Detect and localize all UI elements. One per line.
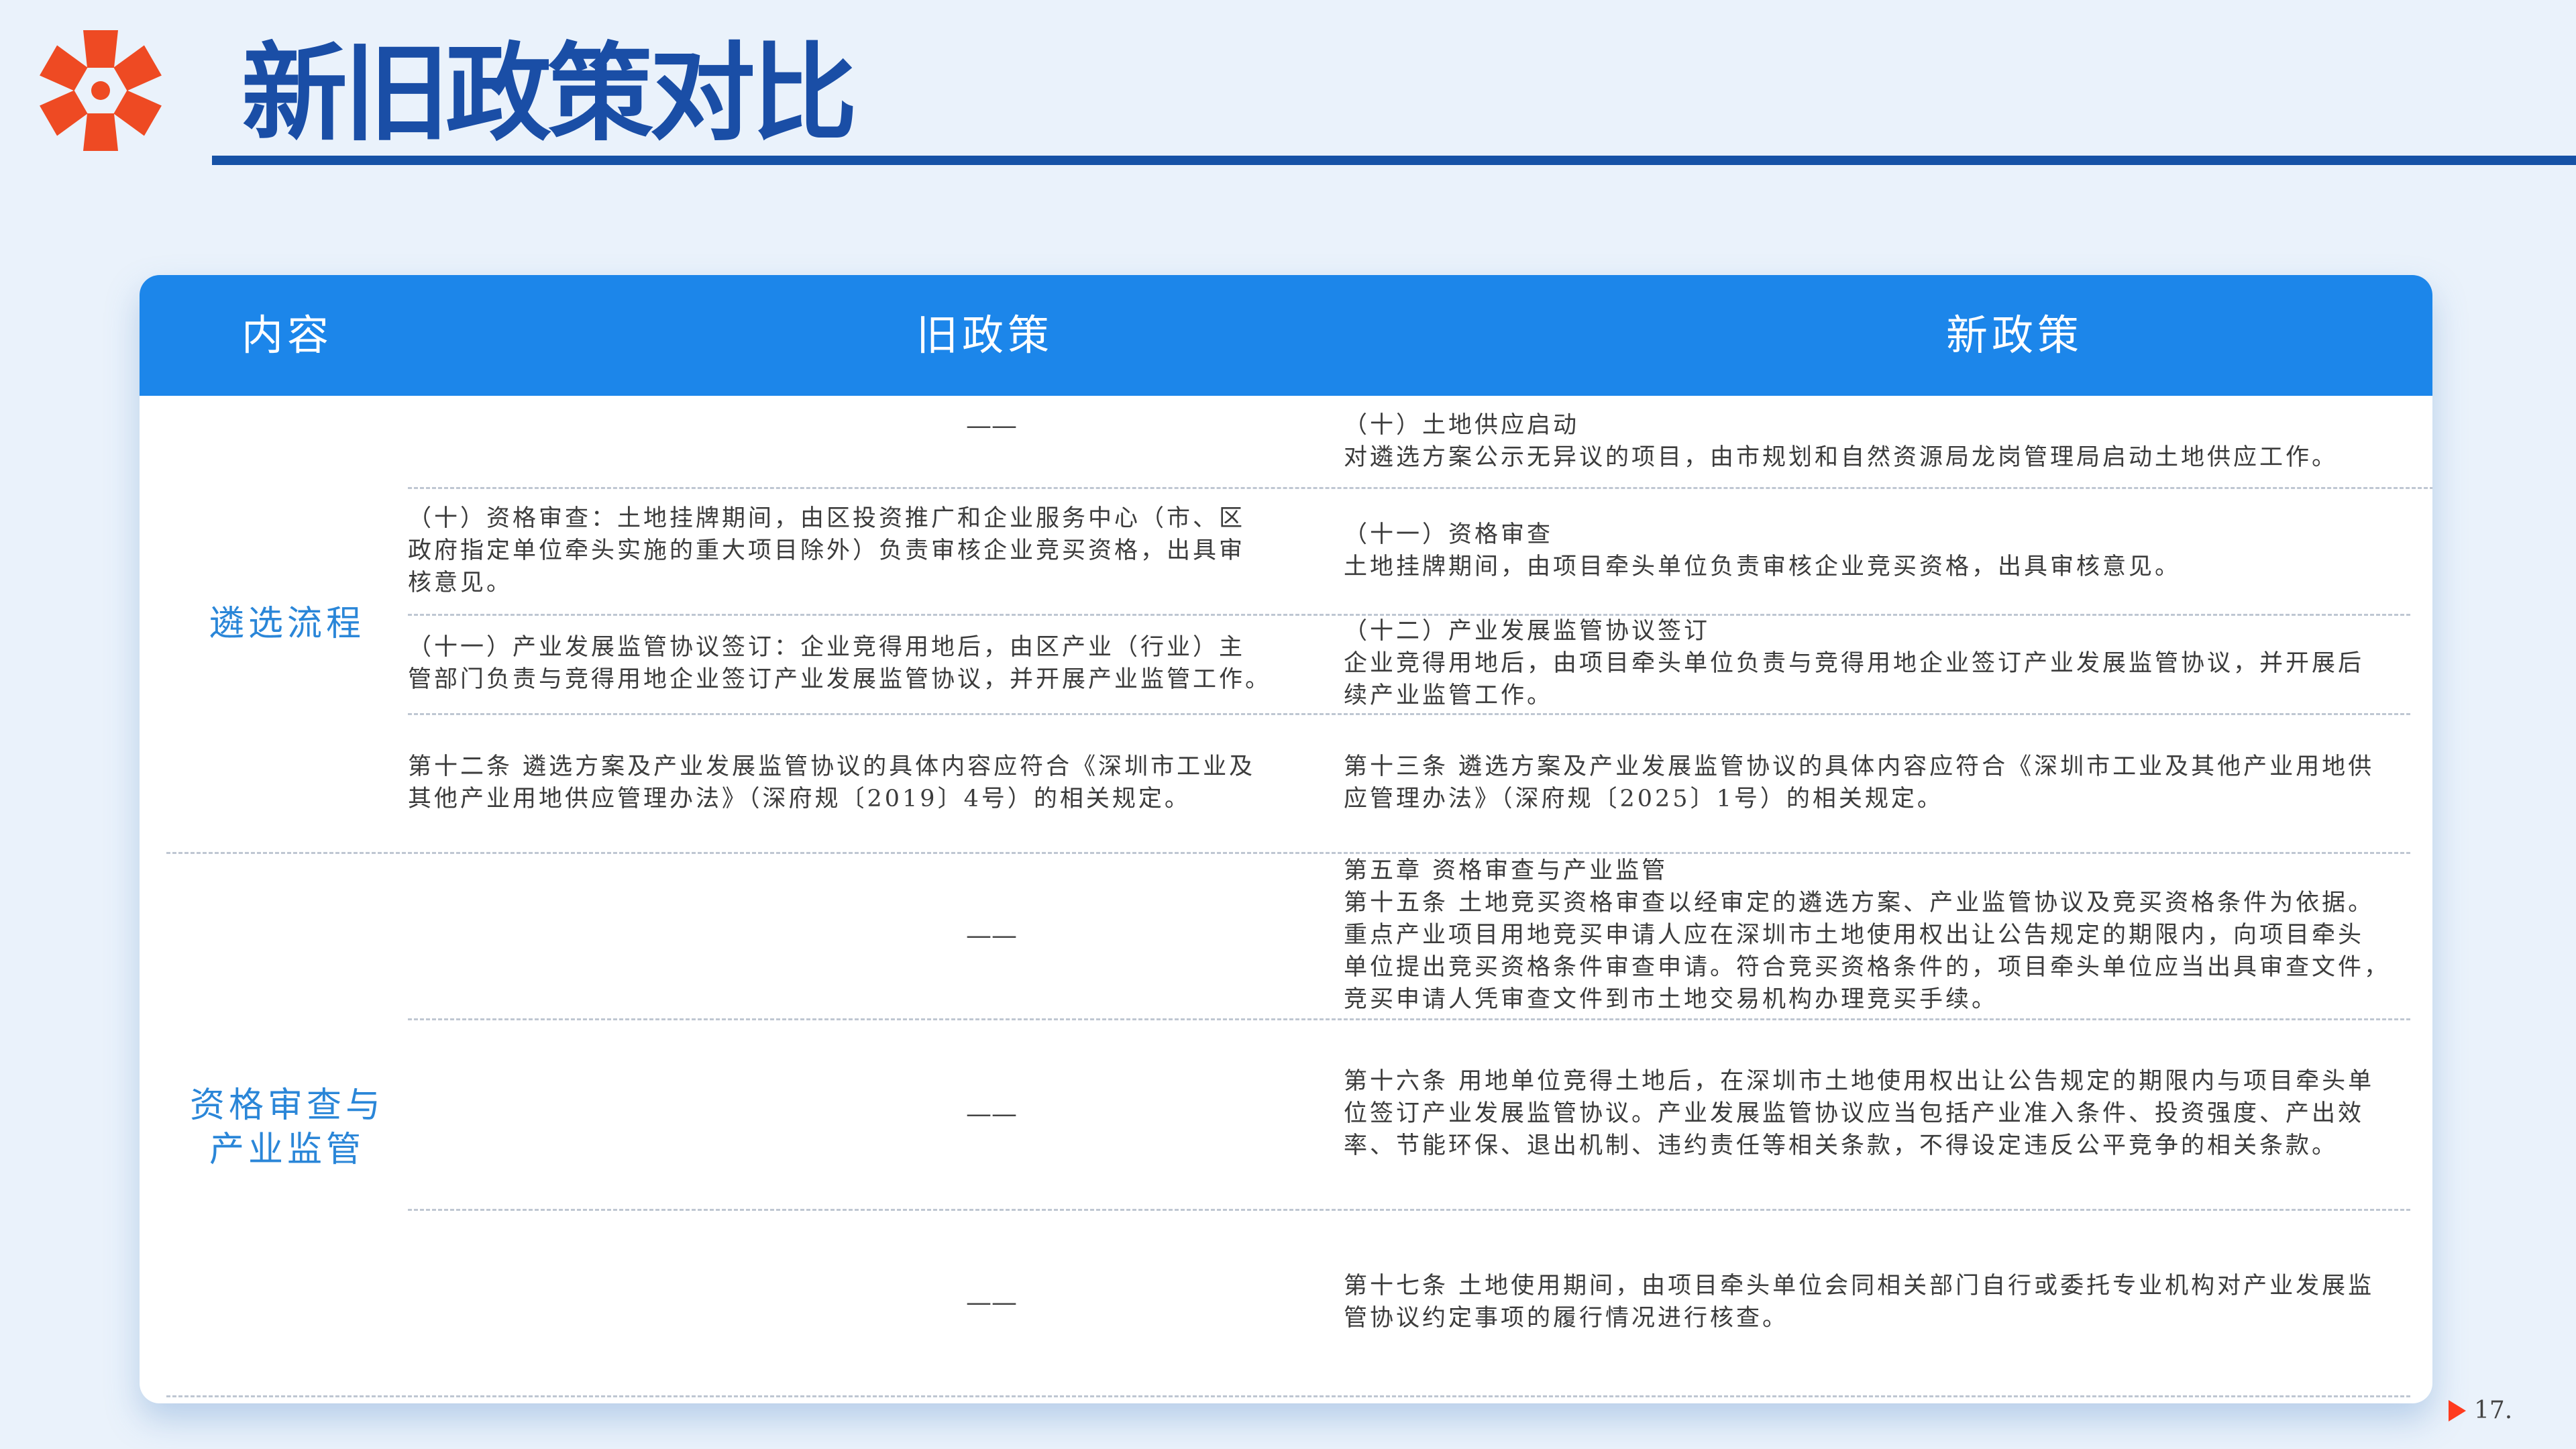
- new-policy-text: （十一）资格审查: [1344, 521, 1554, 548]
- new-policy-text: 第十七条 土地使用期间，由项目牵头单位会同相关部门自行或委托专业机构对产业发展监: [1344, 1273, 2375, 1299]
- old-policy-text: 管部门负责与竞得用地企业签订产业发展监管协议，并开展产业监管工作。: [408, 666, 1272, 693]
- company-logo: [40, 30, 162, 151]
- new-policy-text: 应管理办法》（深府规〔2025〕1号）的相关规定。: [1344, 785, 1943, 812]
- old-policy-text: （十一）产业发展监管协议签订：企业竞得用地后，由区产业（行业）主: [408, 634, 1246, 661]
- old-policy-text: ——: [966, 1099, 1017, 1128]
- new-policy-text: 第十六条 用地单位竞得土地后，在深圳市土地使用权出让公告规定的期限内与项目牵头单: [1344, 1068, 2375, 1095]
- new-policy-text: 位签订产业发展监管协议。产业发展监管协议应当包括产业准入条件、投资强度、产出效: [1344, 1100, 2365, 1127]
- new-policy-text: 竞买申请人凭审查文件到市土地交易机构办理竞买手续。: [1344, 986, 1998, 1013]
- page-title: 新旧政策对比: [241, 32, 857, 156]
- new-policy-text: （十）土地供应启动: [1344, 412, 1580, 439]
- old-policy-cell: 第十二条 遴选方案及产业发展监管协议的具体内容应符合《深圳市工业及 其他产业用地供…: [408, 713, 1441, 852]
- column-header-new-policy: 新政策: [1945, 311, 2083, 360]
- old-policy-cell: （十一）产业发展监管协议签订：企业竞得用地后，由区产业（行业）主 管部门负责与竞得…: [408, 614, 1441, 713]
- old-policy-text: 其他产业用地供应管理办法》（深府规〔2019〕4号）的相关规定。: [408, 785, 1191, 812]
- new-policy-cell: 第十六条 用地单位竞得土地后，在深圳市土地使用权出让公告规定的期限内与项目牵头单…: [1344, 1018, 2432, 1209]
- new-policy-cell: 第十三条 遴选方案及产业发展监管协议的具体内容应符合《深圳市工业及其他产业用地供…: [1344, 713, 2432, 852]
- old-policy-text: （十）资格审查：土地挂牌期间，由区投资推广和企业服务中心（市、区: [408, 504, 1246, 532]
- category-label: 遴选流程: [209, 604, 365, 644]
- old-policy-text: ——: [966, 411, 1017, 440]
- old-policy-text: ——: [966, 920, 1017, 950]
- old-policy-text: 核意见。: [408, 569, 513, 596]
- category-label: 资格审查与 产业监管: [189, 1085, 384, 1170]
- new-policy-cell: （十）土地供应启动对遴选方案公示无异议的项目，由市规划和自然资源局龙岗管理局启动…: [1344, 396, 2432, 487]
- old-policy-cell: （十）资格审查：土地挂牌期间，由区投资推广和企业服务中心（市、区 政府指定单位牵头…: [408, 487, 1441, 614]
- new-policy-cell: 第十七条 土地使用期间，由项目牵头单位会同相关部门自行或委托专业机构对产业发展监…: [1344, 1209, 2432, 1395]
- new-policy-text: 重点产业项目用地竞买申请人应在深圳市土地使用权出让公告规定的期限内，向项目牵头: [1344, 922, 2365, 949]
- new-policy-text: 第五章 资格审查与产业监管: [1344, 857, 1668, 884]
- new-policy-text: 第十五条 土地竞买资格审查以经审定的遴选方案、产业监管协议及竞买资格条件为依据。: [1344, 890, 2375, 916]
- new-policy-cell: （十二）产业发展监管协议签订企业竞得用地后，由项目牵头单位负责与竞得用地企业签订…: [1344, 614, 2432, 713]
- new-policy-text: 对遴选方案公示无异议的项目，由市规划和自然资源局龙岗管理局启动土地供应工作。: [1344, 444, 2339, 471]
- old-policy-text: 第十二条 遴选方案及产业发展监管协议的具体内容应符合《深圳市工业及: [408, 753, 1256, 780]
- column-header-content: 内容: [241, 311, 333, 360]
- new-policy-text: （十二）产业发展监管协议签订: [1344, 618, 1711, 645]
- table-body: 遴选流程 —— （十）土地供应启动对遴选方案公示无异议的项目，由市规划和自然资源局龙…: [140, 396, 2432, 1403]
- new-policy-text: 土地挂牌期间，由项目牵头单位负责审核企业竞买资格，出具审核意见。: [1344, 553, 2182, 580]
- comparison-table: 内容 旧政策 新政策 遴选流程 —— （十）土地供应启动对遴选方案公示无异议的项目，…: [140, 275, 2432, 1403]
- new-policy-text: 单位提出竞买资格条件审查申请。符合竞买资格条件的，项目牵头单位应当出具审查文件，: [1344, 954, 2391, 981]
- old-policy-text: 政府指定单位牵头实施的重大项目除外）负责审核企业竞买资格，出具审: [408, 537, 1246, 564]
- new-policy-text: 第十三条 遴选方案及产业发展监管协议的具体内容应符合《深圳市工业及其他产业用地供: [1344, 753, 2375, 780]
- new-policy-cell: （十一）资格审查土地挂牌期间，由项目牵头单位负责审核企业竞买资格，出具审核意见。: [1344, 487, 2432, 614]
- old-policy-text: ——: [966, 1287, 1017, 1317]
- table-header: 内容 旧政策 新政策: [140, 275, 2432, 396]
- page-number: 17.: [2449, 1397, 2512, 1424]
- new-policy-cell: 第五章 资格审查与产业监管第十五条 土地竞买资格审查以经审定的遴选方案、产业监管…: [1344, 852, 2432, 1018]
- new-policy-text: 率、节能环保、退出机制、违约责任等相关条款，不得设定违反公平竞争的相关条款。: [1344, 1132, 2339, 1159]
- new-policy-text: 管协议约定事项的履行情况进行核查。: [1344, 1305, 1789, 1332]
- page-number-text: 17.: [2474, 1397, 2513, 1424]
- new-policy-text: 企业竞得用地后，由项目牵头单位负责与竞得用地企业签订产业发展监管协议，并开展后: [1344, 650, 2365, 677]
- section-divider: [166, 1395, 2410, 1397]
- title-underline: [212, 156, 2576, 165]
- triangle-icon: [2449, 1399, 2466, 1421]
- new-policy-text: 续产业监管工作。: [1344, 682, 1554, 709]
